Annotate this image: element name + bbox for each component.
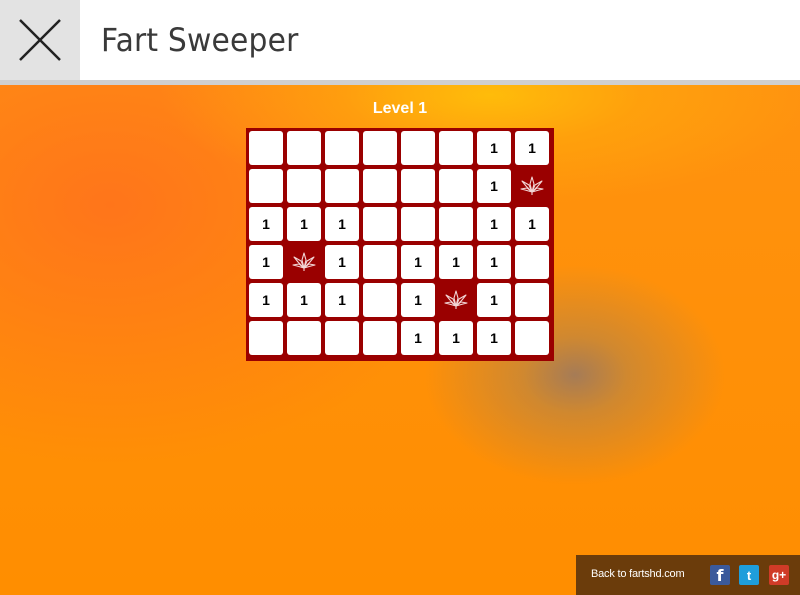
number-cell[interactable]: 1 <box>477 131 511 165</box>
app-header: Fart Sweeper <box>0 0 800 80</box>
leaf-mine-icon <box>444 290 468 309</box>
empty-cell[interactable] <box>363 245 397 279</box>
number-cell[interactable]: 1 <box>249 207 283 241</box>
number-cell[interactable]: 1 <box>477 207 511 241</box>
facebook-icon[interactable]: f <box>710 565 730 585</box>
empty-cell[interactable] <box>515 321 549 355</box>
app-title: Fart Sweeper <box>101 21 299 59</box>
number-cell[interactable]: 1 <box>515 131 549 165</box>
empty-cell[interactable] <box>401 207 435 241</box>
empty-cell[interactable] <box>363 207 397 241</box>
leaf-mine-icon <box>292 252 316 271</box>
empty-cell[interactable] <box>325 169 359 203</box>
empty-cell[interactable] <box>325 131 359 165</box>
empty-cell[interactable] <box>249 169 283 203</box>
back-to-site-link[interactable]: Back to fartshd.com <box>591 568 685 580</box>
number-cell[interactable]: 1 <box>401 283 435 317</box>
number-cell[interactable]: 1 <box>477 321 511 355</box>
mine-cell[interactable] <box>515 169 549 203</box>
empty-cell[interactable] <box>287 169 321 203</box>
mine-cell[interactable] <box>287 245 321 279</box>
number-cell[interactable]: 1 <box>325 283 359 317</box>
number-cell[interactable]: 1 <box>439 245 473 279</box>
empty-cell[interactable] <box>439 207 473 241</box>
number-cell[interactable]: 1 <box>515 207 549 241</box>
empty-cell[interactable] <box>363 283 397 317</box>
empty-cell[interactable] <box>249 321 283 355</box>
number-cell[interactable]: 1 <box>401 245 435 279</box>
empty-cell[interactable] <box>363 321 397 355</box>
number-cell[interactable]: 1 <box>287 283 321 317</box>
empty-cell[interactable] <box>401 131 435 165</box>
number-cell[interactable]: 1 <box>249 283 283 317</box>
mine-cell[interactable] <box>439 283 473 317</box>
number-cell[interactable]: 1 <box>439 321 473 355</box>
number-cell[interactable]: 1 <box>325 245 359 279</box>
number-cell[interactable]: 1 <box>477 169 511 203</box>
close-x-icon <box>19 19 61 61</box>
empty-cell[interactable] <box>325 321 359 355</box>
empty-cell[interactable] <box>249 131 283 165</box>
footer-bar: Back to fartshd.com f t g+ <box>576 555 800 595</box>
empty-cell[interactable] <box>515 283 549 317</box>
empty-cell[interactable] <box>287 131 321 165</box>
empty-cell[interactable] <box>439 169 473 203</box>
minesweeper-board: 111111111111111111111 <box>246 128 554 361</box>
empty-cell[interactable] <box>363 169 397 203</box>
level-label: Level 1 <box>372 100 428 117</box>
number-cell[interactable]: 1 <box>477 245 511 279</box>
empty-cell[interactable] <box>363 131 397 165</box>
empty-cell[interactable] <box>287 321 321 355</box>
empty-cell[interactable] <box>401 169 435 203</box>
leaf-mine-icon <box>520 176 544 195</box>
number-cell[interactable]: 1 <box>325 207 359 241</box>
number-cell[interactable]: 1 <box>287 207 321 241</box>
close-button[interactable] <box>0 0 80 80</box>
number-cell[interactable]: 1 <box>249 245 283 279</box>
empty-cell[interactable] <box>439 131 473 165</box>
twitter-icon[interactable]: t <box>739 565 759 585</box>
google-plus-icon[interactable]: g+ <box>769 565 789 585</box>
number-cell[interactable]: 1 <box>401 321 435 355</box>
number-cell[interactable]: 1 <box>477 283 511 317</box>
empty-cell[interactable] <box>515 245 549 279</box>
